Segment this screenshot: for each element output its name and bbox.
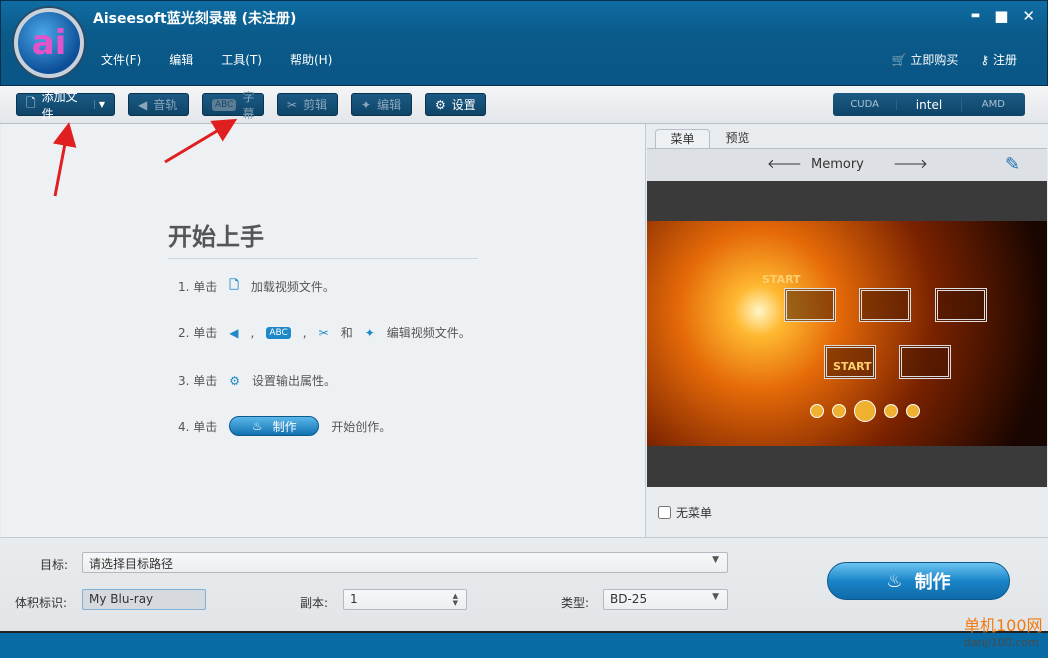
getting-started-title: 开始上手 bbox=[168, 217, 478, 259]
copies-label: 副本: bbox=[300, 596, 329, 610]
volume-label: 体积标识: bbox=[15, 596, 68, 610]
preview-prev-icon bbox=[810, 404, 824, 418]
comma: , bbox=[302, 325, 307, 340]
preview-play-icon bbox=[854, 400, 876, 422]
volume-label-input[interactable]: My Blu-ray bbox=[82, 589, 206, 610]
preview-start-text-2: START bbox=[833, 360, 872, 373]
stars-icon: ✦ bbox=[364, 325, 375, 340]
amd-badge: AMD bbox=[981, 99, 1005, 110]
copies-value: 1 bbox=[350, 592, 358, 606]
gear-icon: ⚙ bbox=[229, 373, 241, 388]
preview-next-icon bbox=[906, 404, 920, 418]
type-value: BD-25 bbox=[610, 592, 648, 606]
chevron-down-icon: ▼ bbox=[712, 555, 719, 565]
edit-menu-icon[interactable]: ✎ bbox=[1005, 154, 1020, 175]
menu-help[interactable]: 帮助(H) bbox=[290, 51, 332, 68]
tab-preview[interactable]: 预览 bbox=[710, 129, 765, 149]
maximize-button[interactable]: ■ bbox=[994, 7, 1008, 25]
clip-label: 剪辑 bbox=[303, 98, 328, 112]
tab-menu[interactable]: 菜单 bbox=[655, 129, 710, 149]
settings-label: 设置 bbox=[451, 98, 476, 112]
type-label: 类型: bbox=[561, 596, 590, 610]
no-menu-label: 无菜单 bbox=[676, 506, 713, 520]
step-prefix: 3. 单击 bbox=[178, 374, 218, 388]
status-bar bbox=[0, 631, 1048, 658]
cart-icon: 🛒 bbox=[891, 53, 911, 67]
scissors-icon: ✂ bbox=[287, 97, 298, 112]
watermark-name: 单机100网 bbox=[964, 616, 1043, 635]
buy-link[interactable]: 🛒 立即购买 bbox=[892, 51, 959, 68]
intel-badge: intel bbox=[897, 97, 962, 112]
step-text: 设置输出属性。 bbox=[252, 374, 337, 388]
stepper-arrows-icon[interactable]: ▲ ▼ bbox=[453, 593, 458, 607]
step-text: 加载视频文件。 bbox=[250, 280, 335, 294]
step-4: 4. 单击 ♨ 制作 开始创作。 bbox=[178, 416, 391, 436]
volume-value: My Blu-ray bbox=[89, 592, 154, 606]
add-file-icon: 🗋 bbox=[229, 278, 239, 292]
create-label: 制作 bbox=[914, 572, 951, 593]
clip-button[interactable]: ✂ 剪辑 bbox=[277, 93, 338, 116]
scissors-icon: ✂ bbox=[318, 325, 329, 340]
step-text: 开始创作。 bbox=[331, 419, 392, 434]
target-value: 请选择目标路径 bbox=[89, 557, 174, 571]
arrow-to-add-file bbox=[52, 122, 77, 197]
prev-template-button[interactable]: 🡐 bbox=[767, 156, 802, 172]
menu-preview: START START bbox=[647, 181, 1047, 487]
step-prefix: 2. 单击 bbox=[178, 326, 218, 340]
create-mini-button[interactable]: ♨ 制作 bbox=[229, 416, 320, 436]
settings-button[interactable]: ⚙ 设置 bbox=[425, 93, 486, 116]
no-menu-check[interactable] bbox=[658, 506, 671, 519]
edit-label: 编辑 bbox=[377, 98, 402, 112]
annotation-arrows bbox=[52, 118, 238, 197]
and-text: 和 bbox=[340, 326, 353, 340]
target-path-select[interactable]: 请选择目标路径 ▼ bbox=[82, 552, 728, 573]
preview-image: START START bbox=[647, 221, 1047, 446]
stars-icon: ✦ bbox=[361, 97, 372, 112]
flame-icon: ♨ bbox=[251, 419, 263, 433]
preview-rewind-icon bbox=[832, 404, 846, 418]
watermark: 单机100网 danji100.com bbox=[900, 612, 1043, 649]
gear-icon: ⚙ bbox=[435, 97, 446, 112]
copies-stepper[interactable]: 1 ▲ ▼ bbox=[343, 589, 467, 610]
abc-icon: ABC bbox=[266, 326, 291, 339]
comma: , bbox=[250, 325, 255, 340]
template-name: Memory bbox=[811, 157, 864, 172]
disc-type-select[interactable]: BD-25 ▼ bbox=[603, 589, 728, 610]
step-prefix: 1. 单击 bbox=[178, 280, 218, 294]
arrow-to-subtitle bbox=[164, 118, 238, 164]
cuda-badge: CUDA bbox=[833, 99, 898, 110]
watermark-url: danji100.com bbox=[964, 636, 1039, 649]
close-button[interactable]: ✕ bbox=[1022, 7, 1035, 25]
step-1: 1. 单击 🗋 加载视频文件。 bbox=[178, 276, 335, 297]
target-label: 目标: bbox=[40, 558, 69, 572]
register-label: 注册 bbox=[992, 53, 1017, 67]
preview-forward-icon bbox=[884, 404, 898, 418]
flame-icon: ♨ bbox=[886, 570, 903, 592]
step-prefix: 4. 单击 bbox=[178, 419, 218, 434]
buy-label: 立即购买 bbox=[910, 53, 959, 67]
minimize-button[interactable]: ▬ bbox=[971, 10, 980, 25]
chevron-down-icon: ▼ bbox=[712, 592, 719, 602]
speaker-icon: ◀ bbox=[229, 325, 239, 340]
create-button[interactable]: ♨ 制作 bbox=[827, 562, 1010, 600]
edit-button[interactable]: ✦ 编辑 bbox=[351, 93, 412, 116]
no-menu-checkbox[interactable]: 无菜单 bbox=[658, 504, 712, 521]
step-2: 2. 单击 ◀, ABC, ✂ 和 ✦ 编辑视频文件。 bbox=[178, 324, 471, 341]
create-mini-label: 制作 bbox=[272, 419, 297, 434]
menu-panel: 菜单 预览 🡐 Memory 🡒 ✎ START START 无菜单 bbox=[647, 124, 1047, 537]
key-icon: ⚷ bbox=[980, 53, 993, 67]
next-template-button[interactable]: 🡒 bbox=[893, 156, 928, 172]
preview-start-text: START bbox=[762, 273, 801, 286]
step-text: 编辑视频文件。 bbox=[386, 326, 471, 340]
hardware-acceleration: CUDA intel AMD bbox=[833, 93, 1025, 116]
step-3: 3. 单击 ⚙ 设置输出属性。 bbox=[178, 372, 336, 389]
register-link[interactable]: ⚷ 注册 bbox=[980, 51, 1017, 68]
